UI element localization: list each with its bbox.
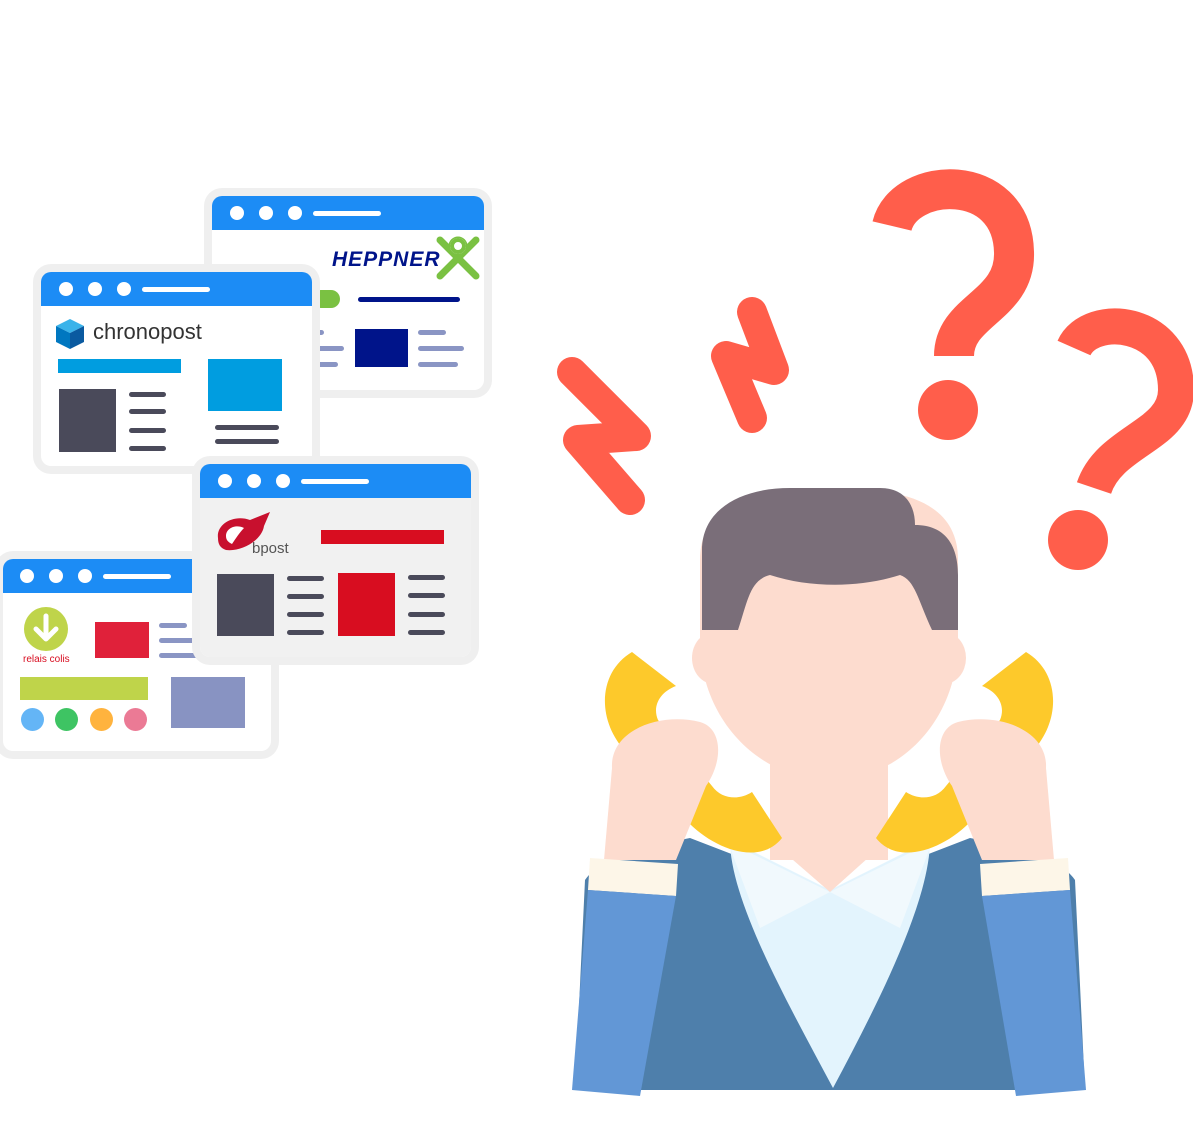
zigzag-icon [557,297,789,515]
confused-person-illustration [557,169,1193,1096]
question-mark-icon [872,169,1034,440]
question-mark-icon [1048,308,1193,570]
head [692,488,966,780]
